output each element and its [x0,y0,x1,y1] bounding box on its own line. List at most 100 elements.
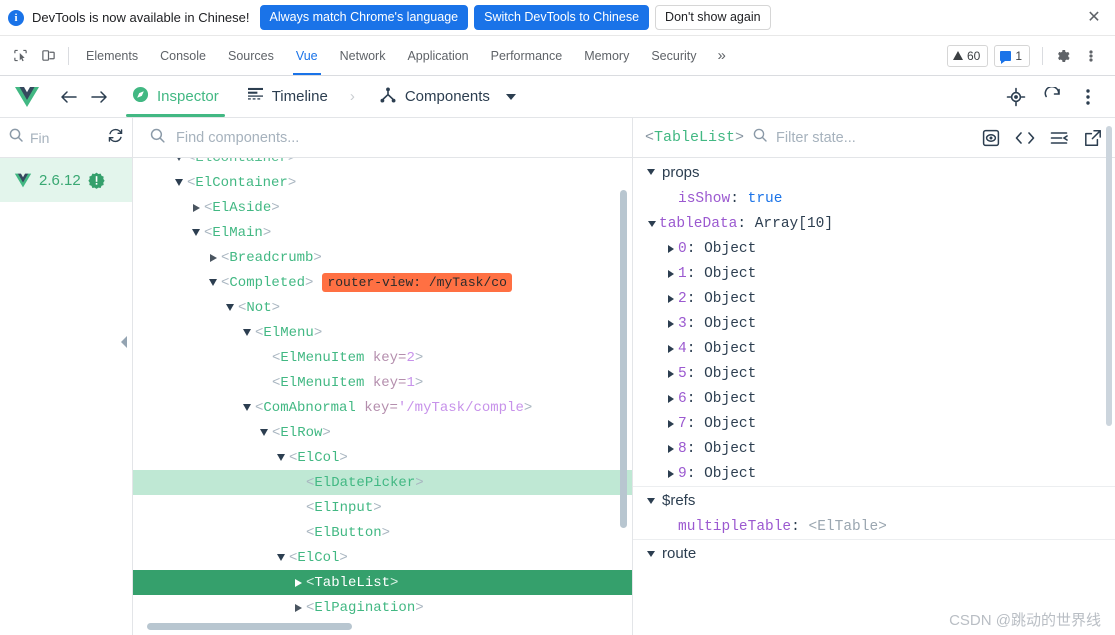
tree-node-elcol[interactable]: <ElCol> [133,545,632,570]
chevron-down-icon[interactable] [222,300,238,316]
warning-count-badge[interactable]: 60 [946,44,989,67]
tab-application[interactable]: Application [396,36,479,75]
more-vertical-icon[interactable] [1077,42,1105,70]
state-row-tabledata[interactable]: tableData: Array[10] [633,211,1115,236]
chevron-down-icon[interactable] [645,217,659,231]
arrow-right-icon[interactable] [84,82,114,112]
state-row-2[interactable]: 2: Object [633,286,1115,311]
tree-node-elcontainer[interactable]: <ElContainer> [133,170,632,195]
close-icon[interactable]: ✕ [1085,9,1103,27]
tab-timeline[interactable]: Timeline [237,76,338,117]
state-row-4[interactable]: 4: Object [633,336,1115,361]
chevron-down-icon[interactable] [171,175,187,191]
chevron-right-icon[interactable] [205,250,221,266]
tree-node-elinput[interactable]: <ElInput> [133,495,632,520]
chevron-down-icon[interactable] [171,158,187,166]
chevron-down-icon[interactable] [188,225,204,241]
chevron-right-icon[interactable] [188,200,204,216]
tree-node-not[interactable]: <Not> [133,295,632,320]
chevron-down-icon[interactable] [239,325,255,341]
open-external-icon[interactable] [1081,126,1105,150]
collapse-left-icon[interactable] [117,333,131,351]
state-row-8[interactable]: 8: Object [633,436,1115,461]
chevron-down-icon[interactable] [273,550,289,566]
collapse-all-icon[interactable] [1047,126,1071,150]
device-toolbar-icon[interactable] [34,42,62,70]
open-in-editor-icon[interactable] [1013,126,1037,150]
tree-node-elrow[interactable]: <ElRow> [133,420,632,445]
tree-node-elcol[interactable]: <ElCol> [133,445,632,470]
state-row-6[interactable]: 6: Object [633,386,1115,411]
state-row-multipletable[interactable]: multipleTable: <ElTable> [633,514,1115,539]
tab-console[interactable]: Console [149,36,217,75]
tree-node-elmain[interactable]: <ElMain> [133,220,632,245]
component-search-row[interactable]: Find components... [133,118,632,158]
tree-node-eldatepicker[interactable]: <ElDatePicker> [133,470,632,495]
state-row-5[interactable]: 5: Object [633,361,1115,386]
chevron-right-icon[interactable] [664,417,678,431]
chevron-right-icon[interactable] [664,442,678,456]
tab-overflow-button[interactable]: » [708,47,736,64]
state-row-7[interactable]: 7: Object [633,411,1115,436]
inspect-dom-icon[interactable] [979,126,1003,150]
state-group-route[interactable]: route [633,539,1115,567]
chevron-right-icon[interactable] [664,317,678,331]
tree-node-elmenu[interactable]: <ElMenu> [133,320,632,345]
chevron-right-icon[interactable] [290,575,306,591]
tree-node-breadcrumb[interactable]: <Breadcrumb> [133,245,632,270]
state-row-isshow[interactable]: isShow: true [633,186,1115,211]
chevron-right-icon[interactable] [664,367,678,381]
refresh-icon[interactable] [107,127,124,149]
scope-selector[interactable]: Components [369,76,526,117]
tab-sources[interactable]: Sources [217,36,285,75]
tab-memory[interactable]: Memory [573,36,640,75]
chevron-down-icon[interactable] [273,450,289,466]
refresh-icon[interactable] [1037,82,1067,112]
tree-node-elbutton[interactable]: <ElButton> [133,520,632,545]
tree-node-comabnormal[interactable]: <ComAbnormal key='/myTask/comple> [133,395,632,420]
chevron-down-icon[interactable] [256,425,272,441]
chevron-right-icon[interactable] [290,600,306,616]
select-component-icon[interactable] [1001,82,1031,112]
chevron-right-icon[interactable] [664,392,678,406]
arrow-left-icon[interactable] [54,82,84,112]
tree-node-elmenuitem[interactable]: <ElMenuItem key=1> [133,370,632,395]
tab-inspector[interactable]: Inspector [122,76,229,117]
state-row-9[interactable]: 9: Object [633,461,1115,486]
dont-show-again-button[interactable]: Don't show again [655,4,771,31]
apps-search-row[interactable]: Fin [0,118,132,158]
chevron-down-icon[interactable] [205,275,221,291]
tree-node-elpagination[interactable]: <ElPagination> [133,595,632,620]
state-row-3[interactable]: 3: Object [633,311,1115,336]
always-match-language-button[interactable]: Always match Chrome's language [259,4,469,31]
tab-security[interactable]: Security [640,36,707,75]
chevron-right-icon[interactable] [664,242,678,256]
inspect-element-icon[interactable] [6,42,34,70]
state-row-1[interactable]: 1: Object [633,261,1115,286]
tree-horizontal-scrollbar[interactable] [147,623,352,630]
tab-elements[interactable]: Elements [75,36,149,75]
filter-state-input[interactable]: Filter state... [776,130,971,146]
tree-node-elcontainer[interactable]: <ElContainer> [133,158,632,170]
switch-to-chinese-button[interactable]: Switch DevTools to Chinese [474,4,650,31]
chevron-right-icon[interactable] [664,292,678,306]
chevron-right-icon[interactable] [664,467,678,481]
tree-node-completed[interactable]: <Completed> router-view: /myTask/co [133,270,632,295]
state-group-props[interactable]: props [633,158,1115,186]
component-search-input[interactable]: Find components... [176,130,624,146]
more-vertical-icon[interactable] [1073,82,1103,112]
state-group-refs[interactable]: $refs [633,486,1115,514]
state-row-0[interactable]: 0: Object [633,236,1115,261]
chevron-right-icon[interactable] [664,342,678,356]
tree-node-tablelist[interactable]: <TableList> [133,570,632,595]
chevron-down-icon[interactable] [239,400,255,416]
chevron-right-icon[interactable] [664,267,678,281]
apps-search-input[interactable]: Fin [30,130,101,146]
tab-performance[interactable]: Performance [480,36,574,75]
tree-vertical-scrollbar[interactable] [620,190,627,528]
tab-network[interactable]: Network [329,36,397,75]
tree-node-elmenuitem[interactable]: <ElMenuItem key=2> [133,345,632,370]
tab-vue[interactable]: Vue [285,36,329,75]
app-version-item[interactable]: 2.6.12 [0,158,132,202]
message-count-badge[interactable]: 1 [994,44,1030,67]
